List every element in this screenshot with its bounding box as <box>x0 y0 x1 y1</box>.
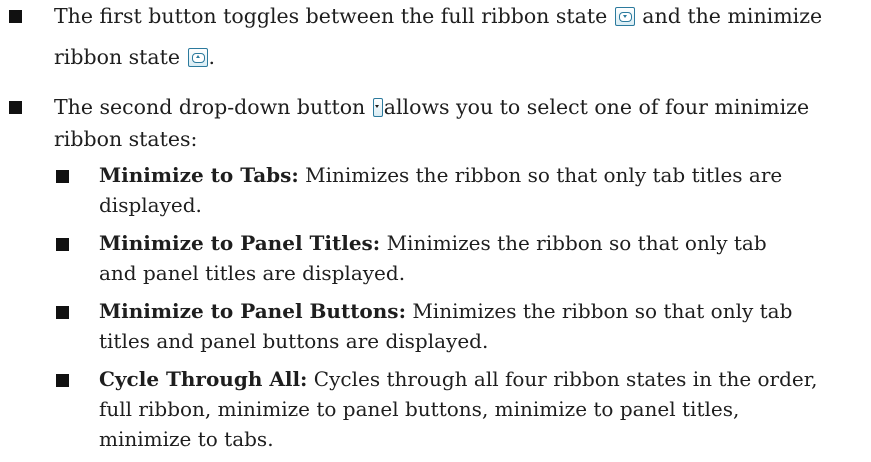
bullet-marker <box>9 10 22 23</box>
text-segment: minimize to tabs. <box>99 427 274 451</box>
definition-term: Cycle Through All: <box>99 367 308 391</box>
document-page: The first button toggles between the ful… <box>0 0 871 462</box>
text-segment: titles and panel buttons are displayed. <box>99 329 489 353</box>
paragraph-line: Minimize to Panel Buttons: Minimizes the… <box>99 299 792 323</box>
text-segment: The second drop-down button <box>54 95 366 119</box>
text-segment: Minimizes the ribbon so that only tab <box>386 231 767 255</box>
dropdown-arrow-icon <box>372 98 383 117</box>
text-segment: . <box>208 45 216 69</box>
paragraph-line: displayed. <box>99 193 202 217</box>
paragraph-line: Cycle Through All: Cycles through all fo… <box>99 367 817 391</box>
definition-term: Minimize to Panel Buttons: <box>99 299 406 323</box>
paragraph-line: and panel titles are displayed. <box>99 261 405 285</box>
sub-bullet-marker <box>56 170 69 183</box>
text-segment: allows you to select one of four minimiz… <box>383 95 810 119</box>
paragraph-line: full ribbon, minimize to panel buttons, … <box>99 397 739 421</box>
sub-bullet-marker <box>56 374 69 387</box>
bullet-marker <box>9 101 22 114</box>
text-segment: full ribbon, minimize to panel buttons, … <box>99 397 740 421</box>
text-segment: ribbon states: <box>54 127 198 151</box>
text-segment: The first button toggles between the ful… <box>54 4 608 28</box>
paragraph-line: ribbon states: <box>54 127 197 151</box>
paragraph-line: Minimize to Panel Titles: Minimizes the … <box>99 231 767 255</box>
text-segment: and the minimize <box>642 4 823 28</box>
definition-term: Minimize to Tabs: <box>99 163 299 187</box>
paragraph-line: Minimize to Tabs: Minimizes the ribbon s… <box>99 163 782 187</box>
text-segment: displayed. <box>99 193 202 217</box>
sub-bullet-marker <box>56 238 69 251</box>
text-segment: Minimizes the ribbon so that only tab <box>412 299 793 323</box>
definition-term: Minimize to Panel Titles: <box>99 231 381 255</box>
text-segment: and panel titles are displayed. <box>99 261 406 285</box>
text-segment: Cycles through all four ribbon states in… <box>313 367 818 391</box>
paragraph-line: minimize to tabs. <box>99 427 274 451</box>
paragraph-line: ribbon state . <box>54 45 215 69</box>
full-ribbon-icon <box>614 7 635 26</box>
sub-bullet-marker <box>56 306 69 319</box>
text-segment: ribbon state <box>54 45 181 69</box>
minimize-ribbon-icon <box>187 48 208 67</box>
paragraph-line: The second drop-down button allows you t… <box>54 95 809 119</box>
paragraph-line: titles and panel buttons are displayed. <box>99 329 488 353</box>
paragraph-line: The first button toggles between the ful… <box>54 4 822 28</box>
text-segment: Minimizes the ribbon so that only tab ti… <box>305 163 783 187</box>
